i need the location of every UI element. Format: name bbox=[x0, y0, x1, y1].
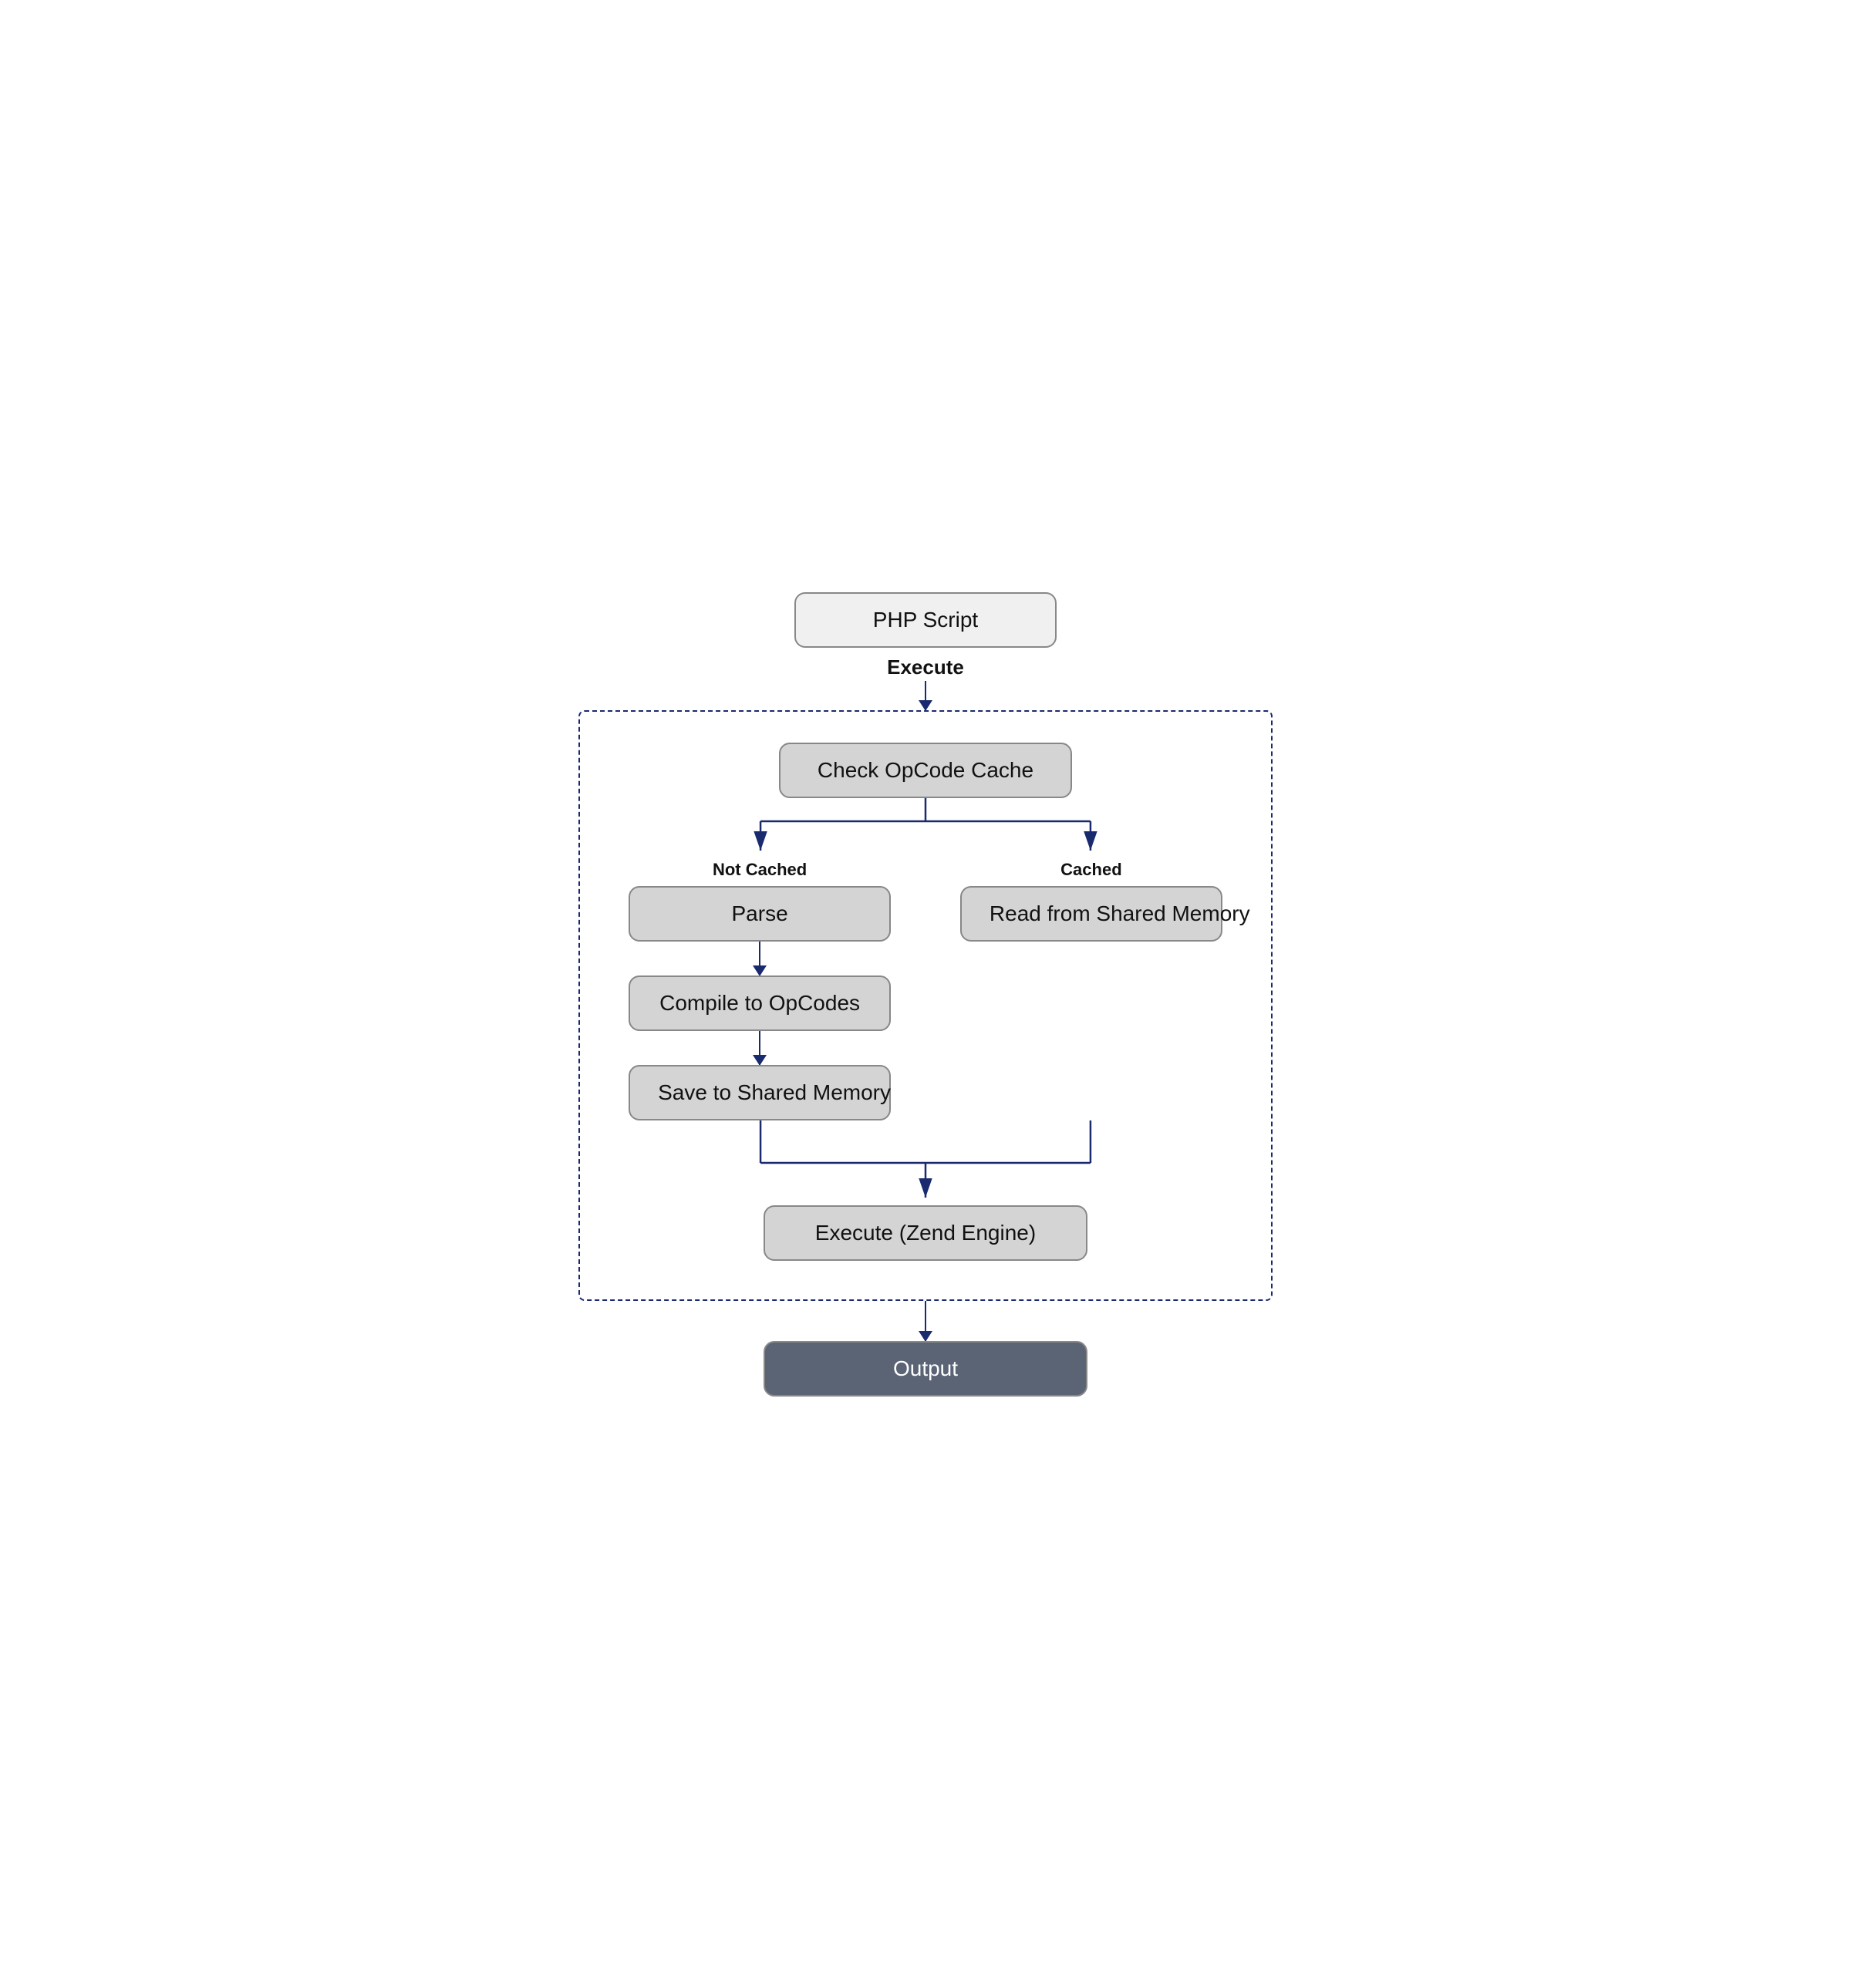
dashed-box: Check OpCode Cache Not Ca bbox=[578, 710, 1273, 1301]
read-shared-node: Read from Shared Memory bbox=[960, 886, 1222, 942]
php-script-node: PHP Script bbox=[794, 592, 1057, 648]
compile-arrow bbox=[759, 1031, 760, 1065]
diagram-container: PHP Script Execute Check OpCode Cache bbox=[578, 592, 1273, 1397]
branch-svg bbox=[619, 798, 1232, 860]
save-shared-label: Save to Shared Memory bbox=[658, 1080, 891, 1104]
parse-arrow bbox=[759, 942, 760, 975]
check-opcache-node: Check OpCode Cache bbox=[779, 743, 1072, 798]
execute-arrow bbox=[925, 681, 926, 710]
output-arrow bbox=[925, 1301, 926, 1341]
output-label: Output bbox=[893, 1356, 958, 1380]
compile-label: Compile to OpCodes bbox=[659, 991, 860, 1015]
save-shared-node: Save to Shared Memory bbox=[629, 1065, 891, 1120]
php-script-label: PHP Script bbox=[873, 608, 978, 632]
execute-zend-node: Execute (Zend Engine) bbox=[764, 1205, 1087, 1261]
right-column: Cached Read from Shared Memory bbox=[950, 860, 1232, 942]
two-columns: Not Cached Parse Compile to OpCodes Save… bbox=[619, 860, 1232, 1120]
check-opcache-label: Check OpCode Cache bbox=[818, 758, 1033, 782]
parse-node: Parse bbox=[629, 886, 891, 942]
zend-section: Execute (Zend Engine) bbox=[619, 1205, 1232, 1261]
execute-label: Execute bbox=[887, 655, 964, 679]
read-shared-label: Read from Shared Memory bbox=[990, 901, 1250, 925]
execute-section: Execute bbox=[887, 655, 964, 710]
cached-label: Cached bbox=[1060, 860, 1121, 880]
compile-node: Compile to OpCodes bbox=[629, 975, 891, 1031]
merge-svg bbox=[619, 1120, 1232, 1205]
left-column: Not Cached Parse Compile to OpCodes Save… bbox=[619, 860, 901, 1120]
top-inner: Check OpCode Cache bbox=[619, 743, 1232, 798]
not-cached-label: Not Cached bbox=[713, 860, 807, 880]
output-node: Output bbox=[764, 1341, 1087, 1397]
parse-label: Parse bbox=[732, 901, 788, 925]
execute-zend-label: Execute (Zend Engine) bbox=[815, 1221, 1036, 1245]
